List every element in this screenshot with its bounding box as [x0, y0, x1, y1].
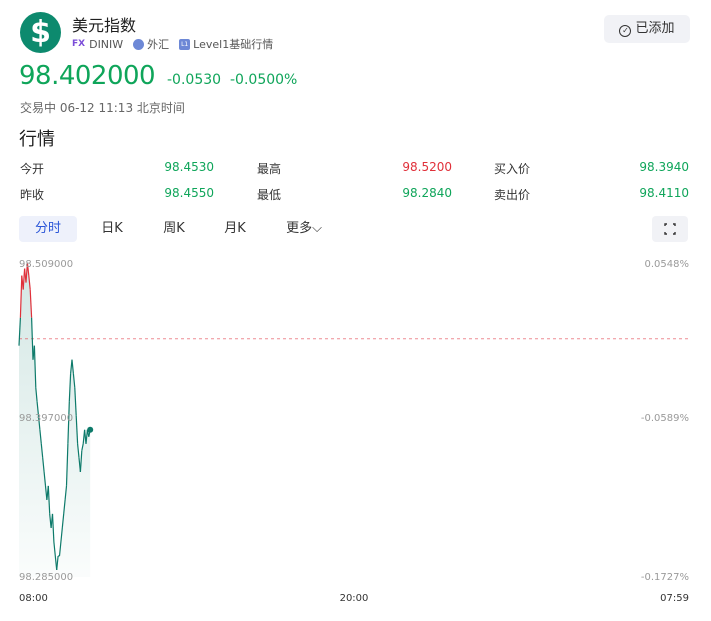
tab-more-label: 更多	[286, 221, 313, 236]
ask-label: 卖出价	[494, 188, 531, 202]
y-left-tick-top: 98.509000	[19, 259, 73, 270]
open-value: 98.4530	[164, 160, 214, 174]
intraday-chart[interactable]: 98.509000 98.397000 98.285000 0.0548% -0…	[0, 255, 711, 615]
instrument-code: DINIW	[89, 37, 124, 51]
last-price-dot	[87, 426, 94, 433]
section-title: 行情	[19, 129, 55, 150]
open-label: 今开	[20, 162, 45, 176]
ask-value: 98.4110	[639, 186, 689, 200]
trading-status: 交易中 06-12 11:13 北京时间	[20, 101, 185, 115]
bid-value: 98.3940	[639, 160, 689, 174]
check-circle-icon: ✓	[619, 25, 632, 37]
y-right-tick-bottom: -0.1727%	[641, 572, 689, 583]
chevron-down-icon: ⌵	[312, 221, 322, 236]
prev-close-value: 98.4550	[164, 186, 214, 200]
y-left-tick-mid: 98.397000	[19, 413, 73, 424]
tab-intraday[interactable]: 分时	[19, 216, 77, 242]
last-price: 98.402000	[19, 61, 156, 91]
instrument-header: $ 美元指数 FX DINIW 外汇 L1 Level1基础行情 ✓ 已添加	[20, 12, 690, 54]
instrument-title: 美元指数	[72, 16, 137, 35]
price-change-percent: -0.0500%	[230, 72, 298, 88]
added-label: 已添加	[635, 21, 675, 36]
fullscreen-icon	[664, 223, 676, 235]
level-text: Level1基础行情	[193, 38, 274, 51]
low-value: 98.2840	[402, 186, 452, 200]
y-right-tick-top: 0.0548%	[645, 259, 690, 270]
x-tick-end: 07:59	[660, 593, 689, 604]
fullscreen-button[interactable]	[652, 216, 688, 242]
bid-label: 买入价	[494, 162, 531, 176]
y-right-tick-mid: -0.0589%	[641, 413, 689, 424]
tab-daily-k[interactable]: 日K	[91, 216, 133, 242]
y-left-tick-bottom: 98.285000	[19, 572, 73, 583]
low-label: 最低	[257, 188, 282, 202]
instrument-meta: FX DINIW 外汇 L1 Level1基础行情	[72, 36, 273, 52]
globe-icon	[133, 38, 145, 50]
instrument-category: 外汇	[147, 38, 170, 51]
tab-monthly-k[interactable]: 月K	[214, 216, 256, 242]
market-tag: FX	[72, 39, 86, 49]
x-tick-start: 08:00	[19, 593, 48, 604]
high-label: 最高	[257, 162, 282, 176]
tab-weekly-k[interactable]: 周K	[153, 216, 195, 242]
dollar-logo-icon: $	[20, 12, 61, 53]
prev-close-label: 昨收	[20, 188, 45, 202]
x-tick-mid: 20:00	[340, 593, 369, 604]
level-badge-icon: L1	[179, 38, 191, 50]
added-watchlist-button[interactable]: ✓ 已添加	[604, 15, 690, 43]
tab-more[interactable]: 更多⌵	[279, 216, 329, 242]
high-value: 98.5200	[402, 160, 452, 174]
price-change: -0.0530	[167, 72, 222, 88]
